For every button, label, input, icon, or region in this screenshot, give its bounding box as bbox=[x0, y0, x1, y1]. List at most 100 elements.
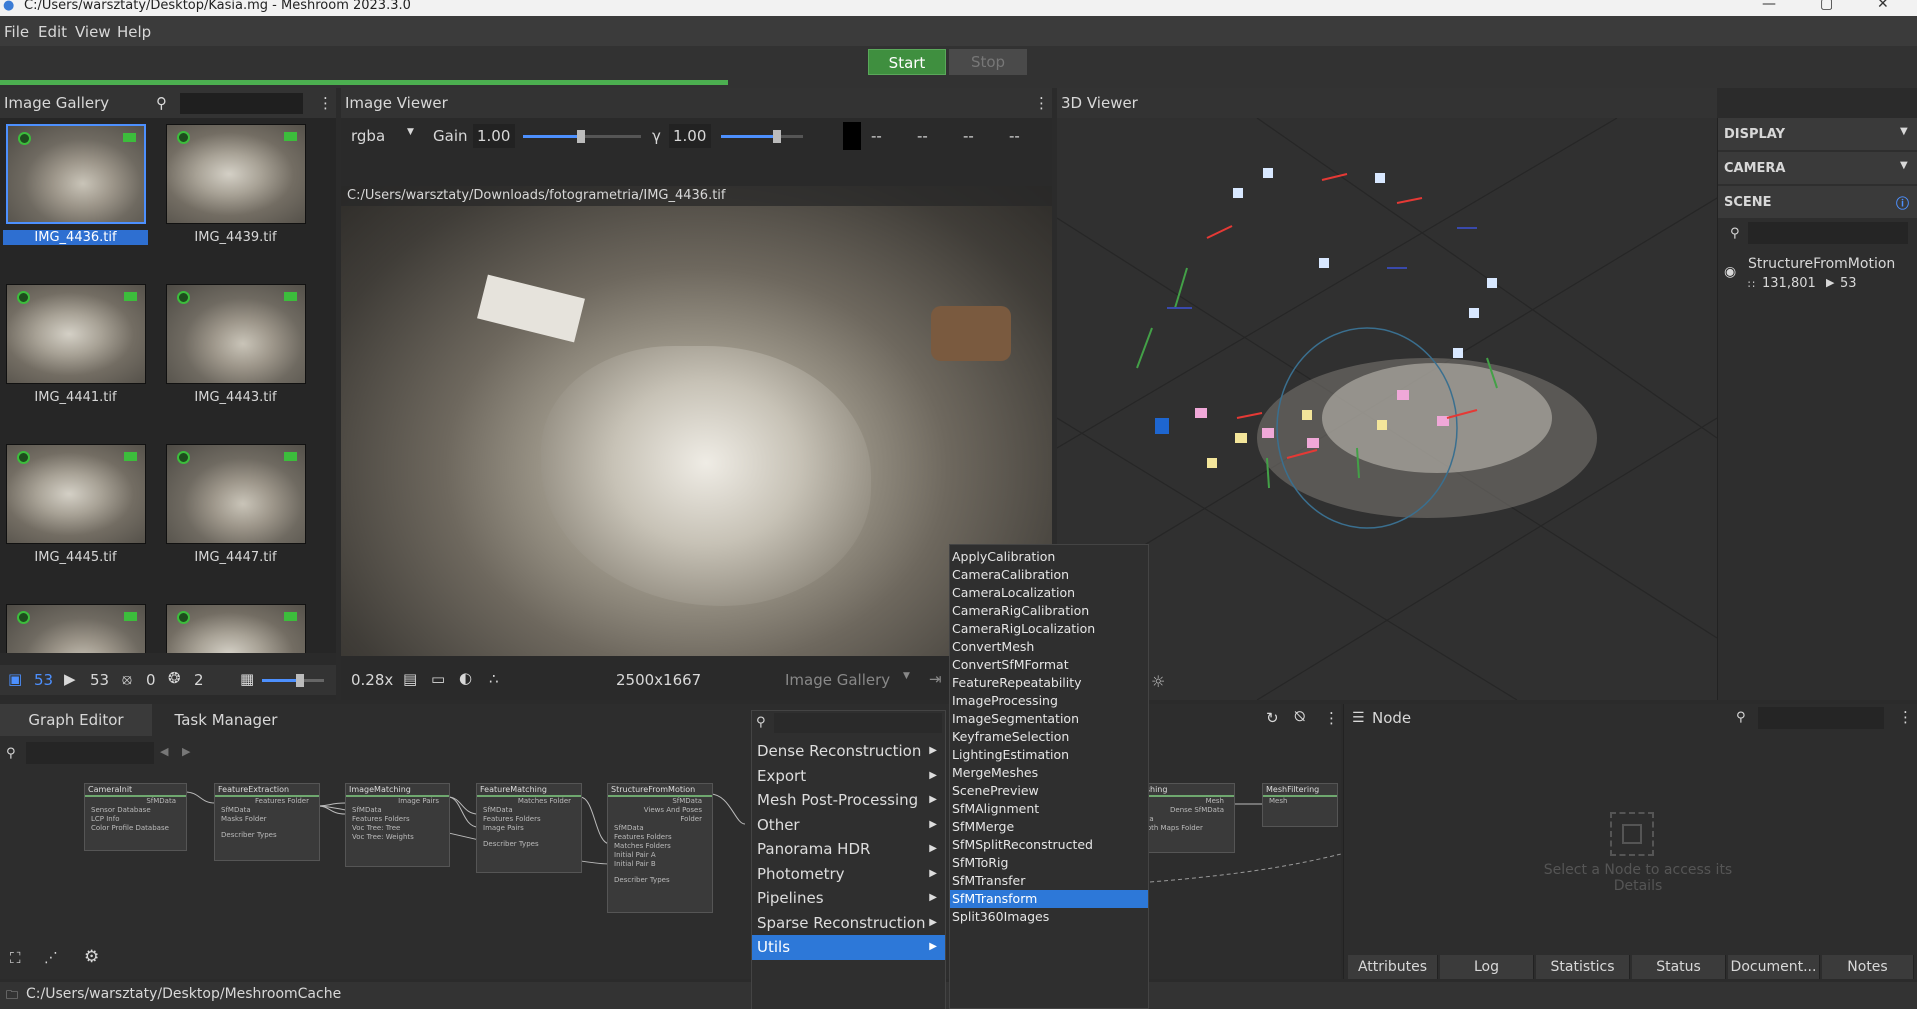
submenu-item[interactable]: MergeMeshes bbox=[950, 764, 1148, 782]
minimize-icon[interactable]: — bbox=[1762, 0, 1776, 11]
gallery-thumbnail[interactable] bbox=[163, 600, 308, 653]
submenu-item[interactable]: CameraCalibration bbox=[950, 566, 1148, 584]
maximize-icon[interactable]: ▢ bbox=[1820, 0, 1833, 11]
main-image[interactable]: C:/Users/warsztaty/Downloads/fotogrametr… bbox=[341, 186, 1052, 656]
chevron-down-icon[interactable]: ▼ bbox=[1900, 160, 1908, 171]
tab-documentation[interactable]: Document... bbox=[1728, 955, 1820, 979]
graph-node-featurematching[interactable]: FeatureMatching Matches Folder SfMData F… bbox=[476, 783, 582, 873]
tab-task-manager[interactable]: Task Manager bbox=[152, 704, 300, 736]
layout-icon[interactable]: ⋰ bbox=[44, 950, 58, 966]
chevron-down-icon[interactable]: ▼ bbox=[903, 671, 910, 681]
gallery-thumbnail[interactable] bbox=[3, 600, 148, 653]
submenu-item[interactable]: CameraRigLocalization bbox=[950, 620, 1148, 638]
image-icon[interactable]: ▣ bbox=[8, 670, 22, 688]
menu-item-panorama-hdr[interactable]: Panorama HDR ▶ bbox=[752, 837, 945, 862]
graph-node-meshfiltering[interactable]: MeshFiltering Mesh bbox=[1262, 783, 1338, 827]
fit-view-icon[interactable]: ⛶ bbox=[10, 949, 21, 967]
gallery-thumbnail[interactable]: IMG_4439.tif bbox=[163, 120, 308, 248]
load-icon[interactable]: ⇥ bbox=[929, 670, 942, 688]
3d-scene[interactable] bbox=[1057, 118, 1717, 700]
search-icon[interactable]: ⚲ bbox=[156, 88, 167, 118]
scene-item-name[interactable]: StructureFromMotion bbox=[1748, 256, 1895, 272]
chevron-right-icon[interactable]: ▶ bbox=[182, 745, 190, 758]
more-vert-icon[interactable]: ⋮ bbox=[1324, 709, 1339, 727]
menu-item-sparse-reconstruction[interactable]: Sparse Reconstruction ▶ bbox=[752, 911, 945, 936]
menu-item-pipelines[interactable]: Pipelines ▶ bbox=[752, 886, 945, 911]
tab-notes[interactable]: Notes bbox=[1822, 955, 1914, 979]
no-camera-icon[interactable]: ⦻ bbox=[122, 670, 132, 688]
sphere-icon[interactable]: ◐ bbox=[459, 669, 472, 687]
more-vert-icon[interactable]: ⋮ bbox=[1898, 708, 1913, 726]
tab-log[interactable]: Log bbox=[1440, 955, 1534, 979]
graph-node-imagematching[interactable]: ImageMatching Image Pairs SfMData Featur… bbox=[345, 783, 450, 867]
tab-statistics[interactable]: Statistics bbox=[1536, 955, 1630, 979]
start-button[interactable]: Start bbox=[868, 49, 946, 75]
gain-slider[interactable] bbox=[523, 130, 641, 143]
search-icon[interactable]: ⚲ bbox=[6, 746, 16, 761]
submenu-item-highlighted[interactable]: SfMTransform bbox=[950, 890, 1148, 908]
submenu-item[interactable]: ImageSegmentation bbox=[950, 710, 1148, 728]
gear-icon[interactable]: ⚙ bbox=[84, 947, 99, 967]
tab-attributes[interactable]: Attributes bbox=[1348, 955, 1438, 979]
camera-icon[interactable]: ▶ bbox=[64, 670, 76, 688]
gallery-thumbnail[interactable]: IMG_4441.tif bbox=[3, 280, 148, 408]
gain-field[interactable]: 1.00 bbox=[473, 124, 515, 148]
submenu-item[interactable]: ConvertSfMFormat bbox=[950, 656, 1148, 674]
submenu-item[interactable]: SfMSplitReconstructed bbox=[950, 836, 1148, 854]
thumbnail-size-slider[interactable] bbox=[262, 674, 324, 687]
display-section[interactable]: DISPLAY ▼ bbox=[1718, 118, 1917, 150]
close-icon[interactable]: ✕ bbox=[1877, 0, 1889, 11]
submenu-item[interactable]: ImageProcessing bbox=[950, 692, 1148, 710]
menu-view[interactable]: View bbox=[75, 23, 111, 41]
gamma-field[interactable]: 1.00 bbox=[669, 124, 711, 148]
submenu-item[interactable]: ScenePreview bbox=[950, 782, 1148, 800]
gallery-search-input[interactable] bbox=[180, 93, 303, 114]
submenu-item[interactable]: SfMAlignment bbox=[950, 800, 1148, 818]
gamma-slider[interactable] bbox=[721, 130, 803, 143]
chevron-left-icon[interactable]: ◀ bbox=[160, 745, 168, 758]
submenu-item[interactable]: FeatureRepeatability bbox=[950, 674, 1148, 692]
menu-edit[interactable]: Edit bbox=[38, 23, 67, 41]
search-icon[interactable]: ⚲ bbox=[1736, 710, 1746, 725]
scene-search-input[interactable] bbox=[1748, 222, 1908, 244]
node-search-input[interactable] bbox=[1758, 707, 1884, 729]
graph-search-input[interactable] bbox=[26, 742, 154, 764]
graph-node-camerainit[interactable]: CameraInit SfMData Sensor Database LCP I… bbox=[84, 783, 187, 851]
gizmo-toggle-icon[interactable]: ☼ bbox=[1151, 672, 1165, 691]
aperture-icon[interactable]: ❂ bbox=[168, 669, 181, 687]
menu-item-dense-reconstruction[interactable]: Dense Reconstruction ▶ bbox=[752, 739, 945, 764]
menu-item-utils[interactable]: Utils ▶ bbox=[752, 935, 945, 960]
info-icon[interactable]: ⓘ bbox=[1896, 193, 1909, 212]
submenu-item[interactable]: CameraLocalization bbox=[950, 584, 1148, 602]
gallery-thumbnail[interactable]: IMG_4443.tif bbox=[163, 280, 308, 408]
more-vert-icon[interactable]: ⋮ bbox=[318, 88, 333, 118]
search-icon[interactable]: ⚲ bbox=[1730, 226, 1740, 241]
frame-icon[interactable]: ▭ bbox=[431, 670, 445, 688]
camera-section[interactable]: CAMERA ▼ bbox=[1718, 152, 1917, 184]
menu-item-export[interactable]: Export ▶ bbox=[752, 764, 945, 789]
submenu-item[interactable]: LightingEstimation bbox=[950, 746, 1148, 764]
source-select[interactable]: Image Gallery bbox=[785, 671, 890, 689]
submenu-item[interactable]: ApplyCalibration bbox=[950, 548, 1148, 566]
submenu-item[interactable]: SfMToRig bbox=[950, 854, 1148, 872]
submenu-item[interactable]: SfMTransfer bbox=[950, 872, 1148, 890]
gallery-thumbnail[interactable]: IMG_4445.tif bbox=[3, 440, 148, 568]
points-icon[interactable]: ∴ bbox=[489, 670, 499, 688]
menu-search-input[interactable] bbox=[774, 713, 942, 733]
hatch-icon[interactable]: ▤ bbox=[403, 670, 417, 688]
scene-section[interactable]: SCENE ⓘ bbox=[1718, 186, 1917, 218]
submenu-item[interactable]: ConvertMesh bbox=[950, 638, 1148, 656]
submenu-item[interactable]: SfMMerge bbox=[950, 818, 1148, 836]
submenu-item[interactable]: Split360Images bbox=[950, 908, 1148, 926]
submenu-item[interactable]: KeyframeSelection bbox=[950, 728, 1148, 746]
no-link-icon[interactable]: ⦰ bbox=[1294, 709, 1305, 725]
chevron-down-icon[interactable]: ▼ bbox=[407, 127, 414, 137]
tab-graph-editor[interactable]: Graph Editor bbox=[0, 704, 152, 736]
graph-node-structurefrommotion[interactable]: StructureFromMotion SfMData Views And Po… bbox=[607, 783, 713, 913]
more-vert-icon[interactable]: ⋮ bbox=[1034, 88, 1049, 118]
gallery-thumbnail[interactable]: IMG_4436.tif bbox=[3, 120, 148, 248]
menu-item-mesh-post-processing[interactable]: Mesh Post-Processing ▶ bbox=[752, 788, 945, 813]
chevron-down-icon[interactable]: ▼ bbox=[1900, 126, 1908, 137]
eye-icon[interactable]: ◉ bbox=[1724, 264, 1736, 280]
menu-item-photometry[interactable]: Photometry ▶ bbox=[752, 862, 945, 887]
